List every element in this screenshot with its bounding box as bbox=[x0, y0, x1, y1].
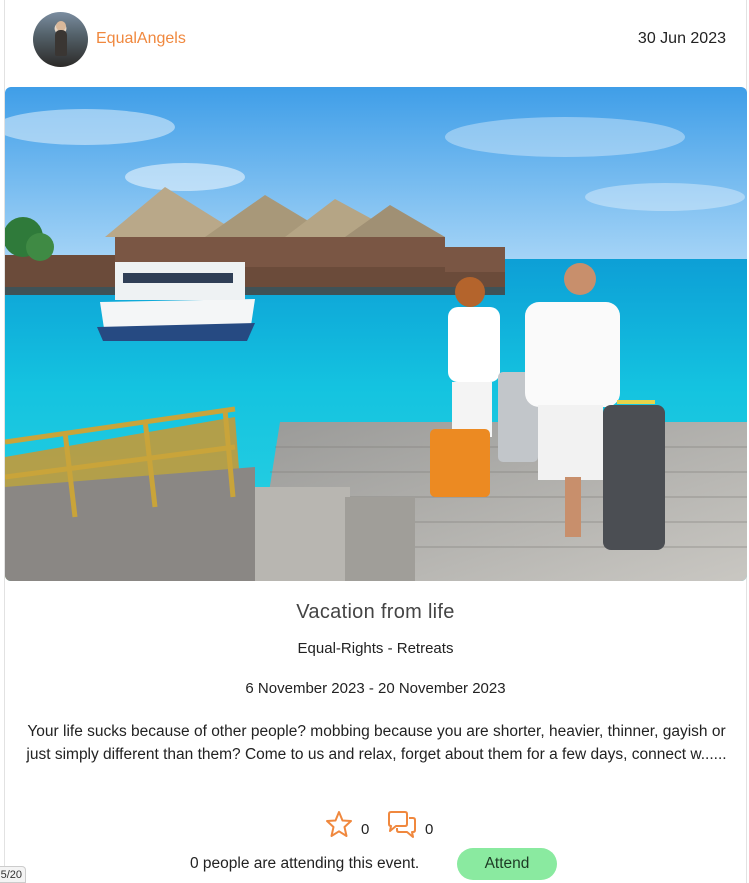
attending-count-text: 0 people are attending this event. bbox=[190, 855, 420, 872]
attend-button[interactable]: Attend bbox=[457, 848, 557, 880]
attend-row: 0 people are attending this event. Atten… bbox=[5, 848, 746, 882]
avatar[interactable] bbox=[33, 12, 88, 67]
page-indicator: 5/20 bbox=[0, 866, 26, 883]
event-card: EqualAngels 30 Jun 2023 Vacation from li… bbox=[4, 0, 747, 883]
username-link[interactable]: EqualAngels bbox=[96, 30, 186, 48]
post-date: 30 Jun 2023 bbox=[637, 30, 726, 47]
event-description: Your life sucks because of other people?… bbox=[26, 723, 727, 763]
comment-bubbles-icon[interactable] bbox=[385, 810, 419, 840]
event-category: Equal-Rights - Retreats bbox=[297, 640, 454, 657]
event-photo[interactable] bbox=[5, 87, 747, 581]
star-outline-icon[interactable] bbox=[325, 810, 353, 838]
like-count: 0 bbox=[361, 821, 370, 838]
post-stats: 0 0 bbox=[325, 810, 445, 842]
event-title[interactable]: Vacation from life bbox=[5, 601, 746, 624]
post-header: EqualAngels 30 Jun 2023 bbox=[5, 0, 746, 80]
event-date-range: 6 November 2023 - 20 November 2023 bbox=[245, 680, 506, 697]
avatar-figure bbox=[55, 30, 67, 56]
comment-count: 0 bbox=[425, 821, 434, 838]
